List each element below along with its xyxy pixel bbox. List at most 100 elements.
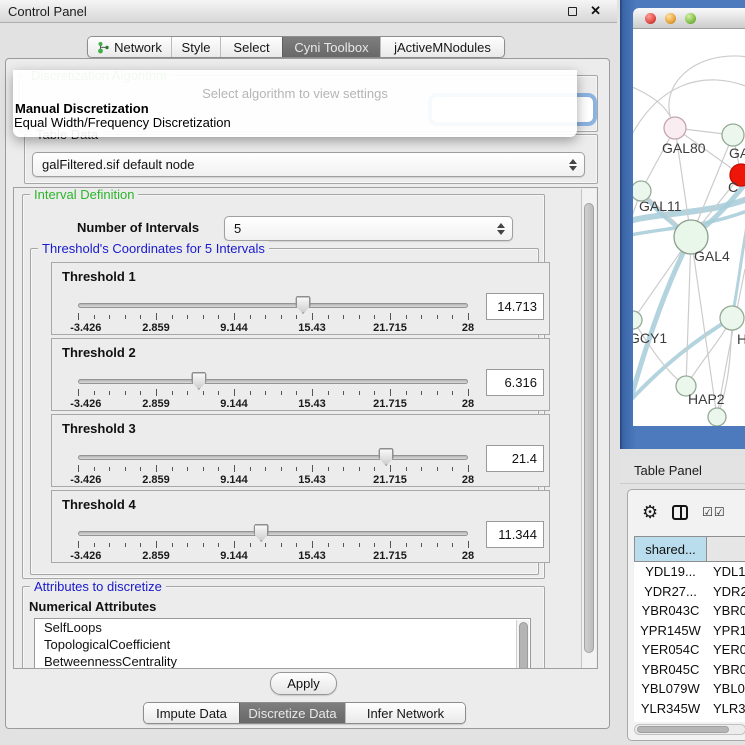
slider-tick [265, 543, 266, 547]
threshold-value-field[interactable] [486, 445, 544, 472]
slider-track[interactable] [78, 379, 468, 384]
slider-tick [359, 315, 360, 319]
slider-tick [328, 467, 329, 471]
threshold-value-field[interactable] [486, 369, 544, 396]
slider-thumb-icon[interactable] [296, 296, 311, 314]
table-row[interactable]: YPR145WYPR1 [634, 621, 745, 641]
slider-tick [359, 467, 360, 471]
network-window-titlebar [633, 8, 745, 29]
slider-track[interactable] [78, 531, 468, 536]
bottom-tab-bar: Impute Data Discretize Data Infer Networ… [143, 702, 466, 724]
slider-thumb-icon[interactable] [191, 372, 206, 390]
table-row[interactable]: YDL19...YDL1 [634, 562, 745, 582]
gear-icon[interactable]: ⚙ [642, 503, 658, 521]
threshold-value-field[interactable] [486, 521, 544, 548]
slider-tick [94, 315, 95, 319]
list-item[interactable]: BetweennessCentrality [35, 653, 530, 669]
network-node[interactable] [720, 306, 744, 330]
network-node[interactable] [722, 124, 744, 146]
columns-icon[interactable] [672, 505, 688, 520]
slider-tick [281, 391, 282, 395]
network-edge[interactable] [686, 237, 691, 386]
node-label: H [737, 331, 745, 347]
table-cell: YIL053C [634, 720, 707, 722]
tab-network[interactable]: Network [88, 37, 171, 57]
control-panel-title: Control Panel [8, 4, 87, 19]
table-row[interactable]: YBR043CYBR0 [634, 601, 745, 621]
tab-jactivemnodules[interactable]: jActiveMNodules [380, 37, 504, 57]
threshold-slider[interactable]: -3.426 2.859 9.144 15.43 21.715 28 [78, 449, 468, 487]
list-item[interactable]: TopologicalCoefficient [35, 636, 530, 653]
slider-tick-labels: -3.426 2.859 9.144 15.43 21.715 28 [78, 322, 468, 334]
zoom-window-icon[interactable] [685, 13, 696, 24]
threshold-slider[interactable]: -3.426 2.859 9.144 15.43 21.715 28 [78, 373, 468, 411]
tab-style[interactable]: Style [171, 37, 220, 57]
table-row[interactable]: YIL053CYIL0 [634, 718, 745, 722]
list-scrollbar[interactable] [516, 620, 529, 669]
slider-tick [218, 391, 219, 395]
vertical-scrollbar[interactable] [581, 189, 596, 669]
tab-label: Infer Network [367, 706, 444, 721]
slider-tick [265, 315, 266, 319]
slider-tick [234, 465, 235, 472]
slider-tick [390, 389, 391, 396]
slider-tick [296, 315, 297, 319]
slider-track[interactable] [78, 303, 468, 308]
table-panel-title: Table Panel [634, 463, 702, 478]
slider-tick [312, 313, 313, 320]
popup-placeholder-item[interactable]: Select algorithm to view settings [13, 86, 577, 101]
scrollbar-thumb[interactable] [584, 203, 594, 653]
group-title: Attributes to discretize [30, 579, 166, 594]
table-data-combobox[interactable]: galFiltered.sif default node [32, 152, 585, 177]
network-edge[interactable] [669, 56, 745, 128]
close-icon[interactable]: ✕ [590, 3, 601, 19]
tab-discretize-data[interactable]: Discretize Data [239, 703, 345, 723]
threshold-slider[interactable]: -3.426 2.859 9.144 15.43 21.715 28 [78, 297, 468, 335]
threshold-slider[interactable]: -3.426 2.859 9.144 15.43 21.715 28 [78, 525, 468, 563]
network-canvas[interactable]: GAL80GACGAL11GAL4GCY1HHAP2 [633, 29, 745, 426]
network-node[interactable] [664, 117, 686, 139]
table-row[interactable]: YLR345WYLR3 [634, 699, 745, 719]
slider-thumb-icon[interactable] [379, 448, 394, 466]
threshold-value-field[interactable] [486, 293, 544, 320]
slider-track[interactable] [78, 455, 468, 460]
tab-cyni-toolbox[interactable]: Cyni Toolbox [282, 37, 380, 57]
slider-tick [421, 315, 422, 319]
slider-tick [374, 391, 375, 395]
slider-thumb-icon[interactable] [254, 524, 269, 542]
popup-item-equal-width[interactable]: Equal Width/Frequency Discretization [14, 115, 231, 130]
slider-tick [125, 315, 126, 319]
network-node[interactable] [708, 408, 726, 426]
tab-infer-network[interactable]: Infer Network [345, 703, 465, 723]
combobox-value: galFiltered.sif default node [42, 157, 194, 172]
slider-tick [312, 541, 313, 548]
table-row[interactable]: YBL079WYBL0 [634, 679, 745, 699]
tab-select[interactable]: Select [220, 37, 282, 57]
minimize-window-icon[interactable] [665, 13, 676, 24]
column-header-name[interactable]: na [707, 536, 745, 562]
list-item[interactable]: SelfLoops [35, 619, 530, 636]
slider-tick [234, 313, 235, 320]
network-node[interactable] [633, 311, 642, 329]
scrollbar-thumb[interactable] [637, 726, 729, 733]
slider-tick [452, 315, 453, 319]
float-panel-icon[interactable] [568, 7, 577, 16]
group-title: Threshold's Coordinates for 5 Intervals [38, 241, 269, 256]
select-checkboxes-icon[interactable]: ☑☑ [702, 505, 726, 519]
table-row[interactable]: YDR27...YDR2 [634, 582, 745, 602]
apply-button[interactable]: Apply [270, 672, 337, 695]
tab-impute-data[interactable]: Impute Data [144, 703, 239, 723]
popup-item-manual-discretization[interactable]: Manual Discretization [15, 101, 149, 116]
slider-tick [468, 465, 469, 472]
table-row[interactable]: YER054CYER0 [634, 640, 745, 660]
threshold-panel: Threshold 1 -3.426 2.859 9.144 15.43 21.… [51, 262, 550, 335]
slider-ticks [78, 465, 468, 473]
close-window-icon[interactable] [645, 13, 656, 24]
column-header-shared[interactable]: shared... [634, 536, 707, 562]
slider-tick [234, 541, 235, 548]
horizontal-scrollbar[interactable] [634, 724, 745, 735]
number-of-intervals-combobox[interactable]: 5 [224, 216, 513, 241]
slider-tick [296, 391, 297, 395]
slider-tick [452, 543, 453, 547]
table-row[interactable]: YBR045CYBR0 [634, 660, 745, 680]
